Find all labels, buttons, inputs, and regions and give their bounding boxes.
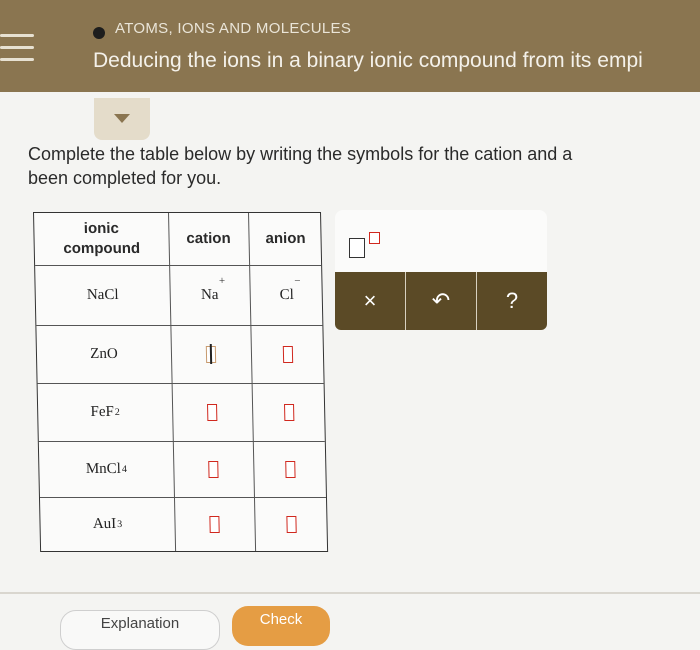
palette-tools xyxy=(335,210,547,272)
table-row: ZnO xyxy=(36,325,325,384)
lesson-title: Deducing the ions in a binary ionic comp… xyxy=(93,49,643,72)
ion-table: ionic compound cation anion NaCl Na + Cl − … xyxy=(33,212,329,552)
compound-cell: FeF 2 xyxy=(37,383,174,441)
chevron-down-icon xyxy=(114,114,130,123)
anion-cell xyxy=(254,497,329,551)
footer-divider xyxy=(0,592,700,594)
table-header-row: ionic compound cation anion xyxy=(34,213,322,266)
compound-cell: MnCl 4 xyxy=(38,441,175,497)
cation-input[interactable] xyxy=(208,460,219,478)
undo-button[interactable]: ↶ xyxy=(406,272,477,330)
anion-input[interactable] xyxy=(282,345,294,363)
anion-cell: Cl − xyxy=(249,265,324,325)
anion-input[interactable] xyxy=(284,403,295,421)
explanation-button[interactable]: Explanation xyxy=(60,610,220,650)
instructions-line-2: been completed for you. xyxy=(28,168,222,188)
table-row: NaCl Na + Cl − xyxy=(35,265,324,326)
cation-cell xyxy=(172,441,255,497)
table-row: FeF 2 xyxy=(37,383,327,442)
superscript-tool-icon[interactable] xyxy=(349,232,383,260)
table-row: AuI 3 xyxy=(39,497,329,551)
anion-cell xyxy=(253,441,328,497)
header-cation: cation xyxy=(168,213,251,265)
anion-input[interactable] xyxy=(285,460,296,478)
instructions: Complete the table below by writing the … xyxy=(28,142,700,190)
collapse-toggle-button[interactable] xyxy=(94,98,150,140)
anion-input[interactable] xyxy=(286,515,297,533)
top-header: ATOMS, IONS AND MOLECULES Deducing the i… xyxy=(0,0,700,92)
palette-toolbar: × ↶ ? xyxy=(335,272,547,330)
compound-cell: NaCl xyxy=(35,265,172,325)
cation-input[interactable] xyxy=(209,515,220,533)
cation-cell: Na + xyxy=(169,265,252,325)
clear-button[interactable]: × xyxy=(335,272,406,330)
answer-palette: × ↶ ? xyxy=(335,210,547,330)
cation-cell xyxy=(170,325,253,383)
cation-cell xyxy=(173,497,257,551)
anion-cell xyxy=(252,383,327,441)
compound-cell: AuI 3 xyxy=(39,497,177,551)
anion-value: Cl − xyxy=(279,274,301,303)
topic-title: ATOMS, IONS AND MOLECULES xyxy=(115,20,352,37)
help-button[interactable]: ? xyxy=(477,272,547,330)
header-anion: anion xyxy=(265,230,306,247)
header-ionic-compound: ionic compound xyxy=(34,213,171,265)
menu-icon[interactable] xyxy=(0,34,36,66)
cation-value: Na + xyxy=(200,274,226,303)
compound-cell: ZnO xyxy=(36,325,173,383)
check-button[interactable]: Check xyxy=(232,606,330,646)
anion-cell xyxy=(250,325,325,383)
topic-status-icon xyxy=(93,27,105,39)
cation-input[interactable] xyxy=(205,345,217,363)
cation-cell xyxy=(171,383,254,441)
instructions-line-1: Complete the table below by writing the … xyxy=(28,144,573,164)
table-row: MnCl 4 xyxy=(38,441,328,498)
cation-input[interactable] xyxy=(207,403,218,421)
